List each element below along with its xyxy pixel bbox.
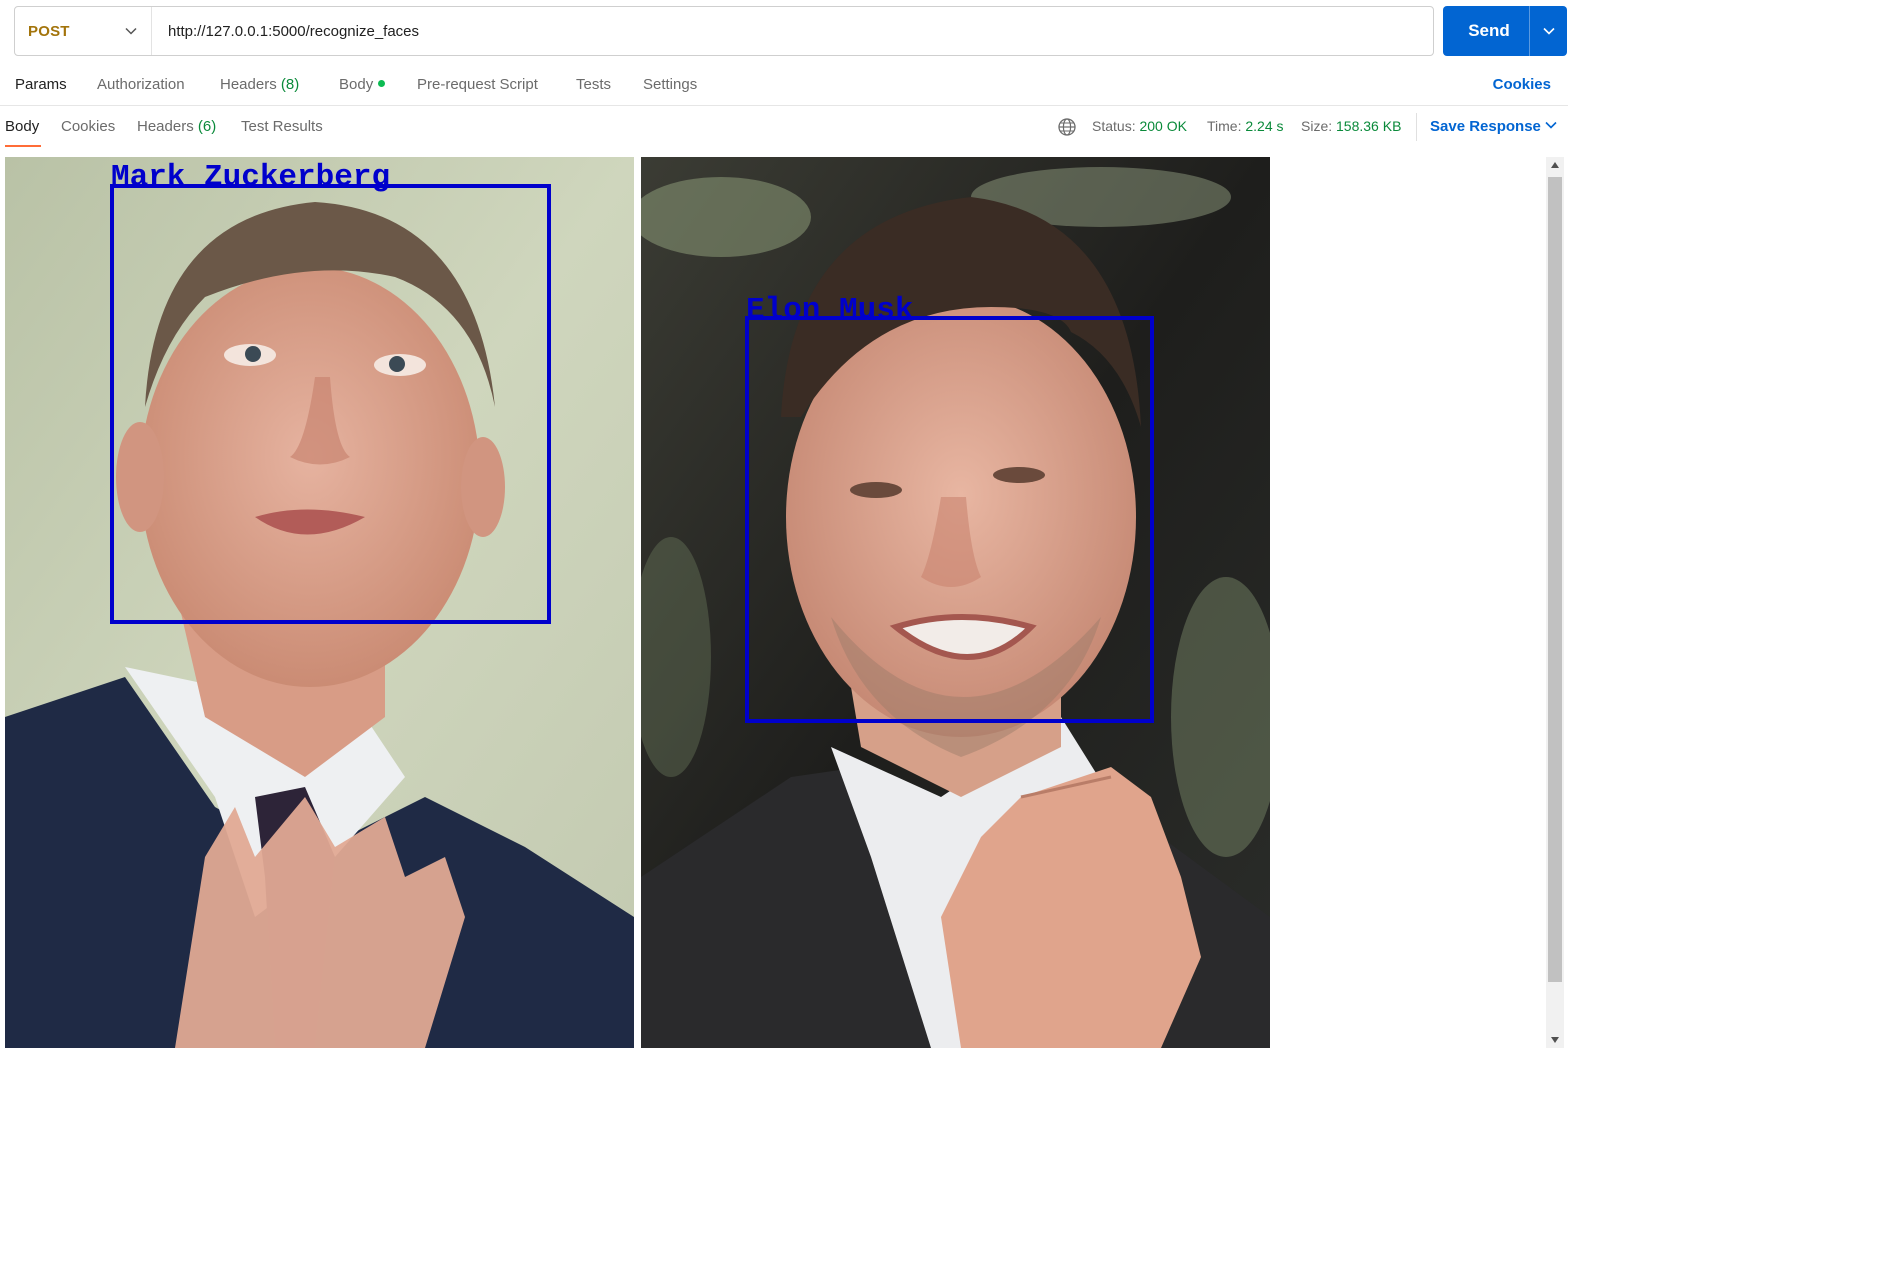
save-response-button[interactable]: Save Response <box>1430 118 1541 135</box>
resp-headers-count: (6) <box>197 118 217 135</box>
size-value: 158.36 KB <box>1336 118 1402 134</box>
face-photo: Mark Zuckerberg <box>5 157 634 1048</box>
time-value: 2.24 s <box>1245 118 1284 134</box>
chevron-down-icon[interactable] <box>1545 121 1557 129</box>
divider <box>1416 113 1417 141</box>
tab-authorization[interactable]: Authorization <box>97 76 185 93</box>
response-toolbar: Body Cookies Headers (6) Test Results St… <box>0 107 1568 151</box>
resp-tab-body[interactable]: Body <box>5 118 39 135</box>
body-indicator-dot <box>378 80 386 87</box>
status-value: 200 OK <box>1139 118 1187 134</box>
scroll-up-arrow-icon[interactable] <box>1546 157 1564 173</box>
face-label-text: Elon Musk <box>746 293 913 328</box>
size-meta[interactable]: Size: 158.36 KB <box>1301 118 1401 134</box>
status-label: Status: <box>1092 118 1136 134</box>
response-scrollbar[interactable] <box>1546 157 1564 1048</box>
globe-icon[interactable] <box>1057 117 1077 137</box>
chevron-down-icon <box>1542 27 1555 35</box>
send-label: Send <box>1468 21 1510 40</box>
response-image-right: Elon Musk <box>641 157 1270 1048</box>
chevron-down-icon <box>125 27 137 35</box>
url-input[interactable] <box>152 7 1433 55</box>
size-label: Size: <box>1301 118 1333 134</box>
active-tab-indicator <box>5 145 41 147</box>
tab-pre-request-script[interactable]: Pre-request Script <box>417 76 538 93</box>
tab-tests[interactable]: Tests <box>576 76 611 93</box>
method-label: POST <box>28 22 70 40</box>
request-url-bar: POST <box>14 6 1434 56</box>
time-meta[interactable]: Time: 2.24 s <box>1207 118 1284 134</box>
face-photo: Elon Musk <box>641 157 1270 1048</box>
cookies-link[interactable]: Cookies <box>1493 76 1551 93</box>
tab-settings[interactable]: Settings <box>643 76 697 93</box>
send-options-button[interactable] <box>1529 6 1567 56</box>
resp-tab-test-results[interactable]: Test Results <box>241 118 323 135</box>
resp-tab-headers-label: Headers <box>137 118 194 135</box>
resp-tab-cookies[interactable]: Cookies <box>61 118 115 135</box>
tab-params[interactable]: Params <box>15 76 67 93</box>
status-meta[interactable]: Status: 200 OK <box>1092 118 1187 134</box>
send-button[interactable]: Send <box>1443 6 1567 56</box>
face-label-text: Mark Zuckerberg <box>111 160 390 195</box>
resp-tab-headers[interactable]: Headers (6) <box>137 118 216 135</box>
tab-body[interactable]: Body <box>339 76 386 93</box>
tab-headers[interactable]: Headers (8) <box>220 76 299 93</box>
scroll-down-arrow-icon[interactable] <box>1546 1032 1564 1048</box>
response-image-left: Mark Zuckerberg <box>5 157 634 1048</box>
request-tabs: Params Authorization Headers (8) Body Pr… <box>0 64 1568 106</box>
time-label: Time: <box>1207 118 1242 134</box>
headers-count: (8) <box>280 76 300 93</box>
method-select[interactable]: POST <box>15 7 152 55</box>
tab-body-label: Body <box>339 76 374 93</box>
scrollbar-thumb[interactable] <box>1548 177 1562 982</box>
tab-headers-label: Headers <box>220 76 277 93</box>
